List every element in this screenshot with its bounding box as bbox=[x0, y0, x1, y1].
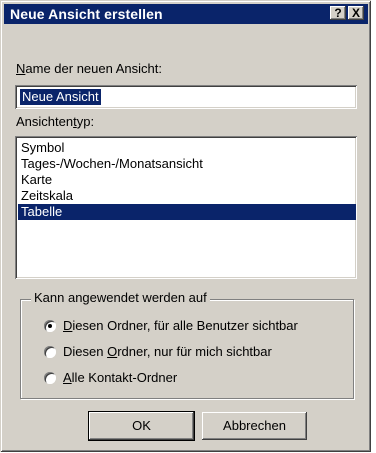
view-type-label: Ansichtentyp: bbox=[16, 114, 95, 129]
cancel-button[interactable]: Abbrechen bbox=[202, 412, 307, 440]
new-view-dialog: Neue Ansicht erstellen ? X Name der neue… bbox=[0, 0, 371, 452]
radio-all-contact-folders[interactable]: Alle Kontakt-Ordner bbox=[44, 370, 344, 386]
radio-this-folder-all-users[interactable]: Diesen Ordner, für alle Benutzer sichtba… bbox=[44, 318, 344, 334]
list-item-table[interactable]: Tabelle bbox=[18, 204, 356, 220]
list-item-day-week-month[interactable]: Tages-/Wochen-/Monatsansicht bbox=[20, 156, 354, 172]
view-name-label: Name der neuen Ansicht: bbox=[16, 61, 162, 76]
radio-button-circle[interactable] bbox=[44, 346, 56, 358]
close-button[interactable]: X bbox=[348, 6, 364, 20]
list-item-symbol[interactable]: Symbol bbox=[20, 140, 354, 156]
help-button[interactable]: ? bbox=[330, 6, 346, 20]
ok-button[interactable]: OK bbox=[88, 411, 195, 441]
list-item-card[interactable]: Karte bbox=[20, 172, 354, 188]
radio-button-circle[interactable] bbox=[44, 320, 56, 332]
radio-label: Alle Kontakt-Ordner bbox=[63, 370, 178, 385]
title-bar[interactable]: Neue Ansicht erstellen ? X bbox=[4, 4, 368, 24]
radio-selected-dot bbox=[48, 324, 52, 328]
apply-to-group-label: Kann angewendet werden auf bbox=[31, 290, 210, 305]
dialog-title: Neue Ansicht erstellen bbox=[10, 6, 163, 22]
view-name-value: Neue Ansicht bbox=[20, 89, 101, 105]
view-type-list[interactable]: Symbol Tages-/Wochen-/Monatsansicht Kart… bbox=[15, 136, 357, 279]
view-name-field[interactable]: Neue Ansicht bbox=[15, 85, 357, 109]
radio-this-folder-only-me[interactable]: Diesen Ordner, nur für mich sichtbar bbox=[44, 344, 344, 360]
radio-label: Diesen Ordner, für alle Benutzer sichtba… bbox=[63, 318, 298, 333]
radio-button-circle[interactable] bbox=[44, 372, 56, 384]
list-item-timeline[interactable]: Zeitskala bbox=[20, 188, 354, 204]
radio-label: Diesen Ordner, nur für mich sichtbar bbox=[63, 344, 272, 359]
